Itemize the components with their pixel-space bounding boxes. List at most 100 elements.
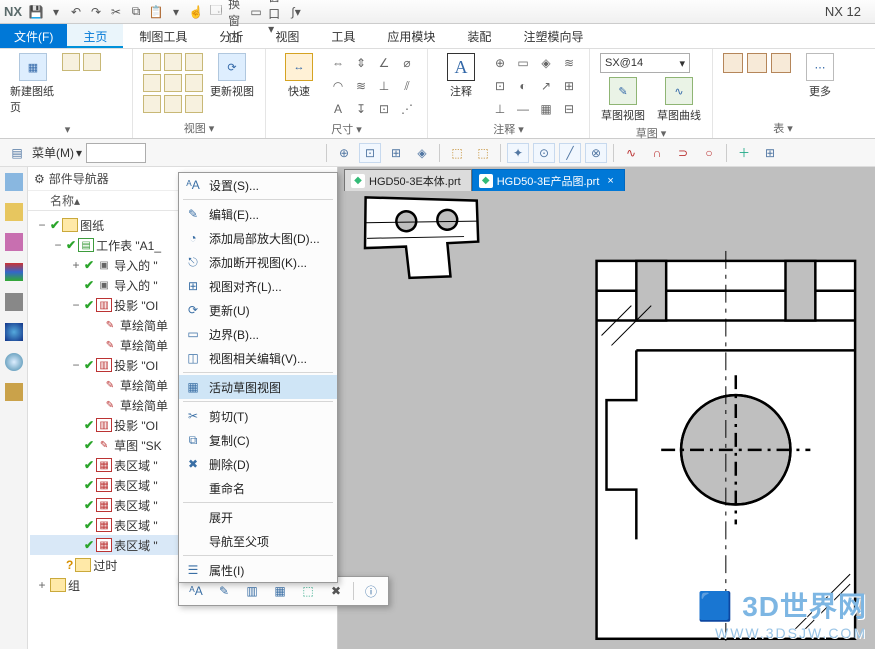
tool-icon[interactable]: ⬚ (472, 143, 494, 163)
ctx-align[interactable]: ⊞视图对齐(L)... (179, 274, 337, 298)
ctx-settings[interactable]: ᴬA设置(S)... (179, 173, 337, 197)
reuse-library-icon[interactable] (5, 263, 23, 281)
ribbon-group-size: ↔快速 ⇔⇕∠⌀ ◠≋⊥⫽ A↧⊡⋰ 尺寸 ▾ (266, 49, 428, 138)
edit-icon[interactable]: ✎ (213, 580, 235, 602)
snap-icon[interactable]: ⊗ (585, 143, 607, 163)
ctx-addbreak[interactable]: ⎋添加断开视图(K)... (179, 250, 337, 274)
tool-icon[interactable]: ⊕ (333, 143, 355, 163)
paste-icon[interactable]: 📋 (148, 4, 164, 20)
ribbon-group-annot: A注释 ⊕▭◈≋ ⊡◐↗⊞ ⊥—▦⊟ 注释 ▾ (428, 49, 590, 138)
snap-icon[interactable]: ╱ (559, 143, 581, 163)
curve-icon[interactable]: ∫▾ (288, 4, 304, 20)
graphics-area[interactable]: ◆HGD50-3E本体.prt ◆HGD50-3E产品图.prt× (338, 167, 875, 649)
switch-window-label[interactable]: 切换窗口 (228, 4, 244, 20)
ctx-copy[interactable]: ⧉复制(C) (179, 428, 337, 452)
annot-label: 注释 (450, 83, 472, 99)
delete-icon[interactable]: ✖ (325, 580, 347, 602)
section-combo[interactable]: SX@14▾ (600, 53, 690, 73)
annotation-button[interactable]: A注释 (438, 53, 484, 99)
view-buttons-grid[interactable] (143, 53, 203, 113)
tab-tools[interactable]: 工具 (315, 24, 371, 48)
tool-icon[interactable]: ⊞ (385, 143, 407, 163)
menu-label: 菜单(M) (32, 144, 74, 161)
info-icon[interactable]: ⓘ (360, 580, 382, 602)
copy-icon[interactable]: ⧉ (128, 4, 144, 20)
filter-icon[interactable]: ▤ (6, 143, 28, 163)
tab-mold[interactable]: 注塑模向导 (507, 24, 599, 48)
history-icon[interactable] (5, 353, 23, 371)
ctx-edit[interactable]: ✎编辑(E)... (179, 202, 337, 226)
selection-search[interactable] (86, 143, 146, 163)
sketch-curve-button[interactable]: ∿草图曲线 (656, 77, 702, 123)
dropdown-icon[interactable]: ▾ (168, 4, 184, 20)
doc-tab-active[interactable]: ◆HGD50-3E产品图.prt× (472, 169, 625, 191)
ctx-rename[interactable]: 重命名 (179, 476, 337, 500)
ctx-navparent[interactable]: 导航至父项 (179, 529, 337, 553)
sheet-smallbuttons[interactable] (62, 53, 122, 71)
drawing-canvas[interactable] (338, 191, 875, 649)
snap-icon[interactable]: ⊙ (533, 143, 555, 163)
save-icon[interactable]: 💾 (28, 4, 44, 20)
tool-icon[interactable]: ◈ (411, 143, 433, 163)
snap-icon[interactable]: ✦ (507, 143, 529, 163)
add-icon[interactable]: ＋ (733, 143, 755, 163)
ctx-cut[interactable]: ✂剪切(T) (179, 404, 337, 428)
curve-tool-icon[interactable]: ○ (698, 143, 720, 163)
dim-buttons-grid[interactable]: ⇔⇕∠⌀ ◠≋⊥⫽ A↧⊡⋰ (328, 53, 417, 119)
menu-button[interactable]: 菜单(M) ▾ (32, 144, 82, 161)
new-sheet-button[interactable]: ▦新建图纸页 (10, 53, 56, 115)
content-area: ⚙ 部件导航器 名称 ▴ −✔图纸 −✔▤工作表 "A1_ +✔▣导入的 " ✔… (0, 167, 875, 649)
role-icon[interactable] (5, 383, 23, 401)
update-view-button[interactable]: ⟳更新视图 (209, 53, 255, 99)
constraints-icon[interactable] (5, 233, 23, 251)
sketch-view-button[interactable]: ✎草图视图 (600, 77, 646, 123)
redo-icon[interactable]: ↷ (88, 4, 104, 20)
cut-icon[interactable]: ✂ (108, 4, 124, 20)
ctx-delete[interactable]: ✖删除(D) (179, 452, 337, 476)
doc-tab[interactable]: ◆HGD50-3E本体.prt (344, 169, 472, 191)
part-navigator-icon[interactable] (5, 173, 23, 191)
tab-drafting-tools[interactable]: 制图工具 (123, 24, 203, 48)
ctx-props[interactable]: ☰属性(I) (179, 558, 337, 582)
curve-tool-icon[interactable]: ∿ (620, 143, 642, 163)
undo-icon[interactable]: ↶ (68, 4, 84, 20)
ctx-expand[interactable]: 展开 (179, 505, 337, 529)
switch-window-icon[interactable]: 🗔 (208, 4, 224, 20)
curve-tool-icon[interactable]: ∩ (646, 143, 668, 163)
assembly-navigator-icon[interactable] (5, 203, 23, 221)
title-bar: NX 💾 ▾ ↶ ↷ ✂ ⧉ 📋 ▾ ☝ 🗔 切换窗口 ▭ 窗口▾ ∫▾ NX … (0, 0, 875, 24)
tab-view[interactable]: 视图 (259, 24, 315, 48)
quick-dim-button[interactable]: ↔快速 (276, 53, 322, 99)
web-icon[interactable] (5, 323, 23, 341)
close-icon[interactable]: × (607, 175, 613, 187)
grid-icon[interactable]: ⊞ (759, 143, 781, 163)
tab-home[interactable]: 主页 (67, 24, 123, 48)
ctx-boundary[interactable]: ▭边界(B)... (179, 322, 337, 346)
boundary-icon: ▭ (185, 326, 201, 342)
break-icon: ⎋ (185, 254, 201, 270)
ctx-activesketch[interactable]: ▦活动草图视图 (179, 375, 337, 399)
annot-buttons-grid[interactable]: ⊕▭◈≋ ⊡◐↗⊞ ⊥—▦⊟ (490, 53, 579, 119)
select-icon[interactable]: ⬚ (297, 580, 319, 602)
touch-icon[interactable]: ☝ (188, 4, 204, 20)
tool-icon[interactable]: ⊡ (359, 143, 381, 163)
curve-tool-icon[interactable]: ⊃ (672, 143, 694, 163)
ctx-addmag[interactable]: ◔添加局部放大图(D)... (179, 226, 337, 250)
file-menu[interactable]: 文件(F) (0, 24, 67, 48)
tab-analysis[interactable]: 分析 (203, 24, 259, 48)
ctx-relview[interactable]: ◫视图相关编辑(V)... (179, 346, 337, 370)
dropdown-icon[interactable]: ▾ (48, 4, 64, 20)
sketch-view-label: 草图视图 (601, 107, 645, 123)
props-icon: ☰ (185, 562, 201, 578)
ctx-update[interactable]: ⟳更新(U) (179, 298, 337, 322)
tool-icon[interactable]: ⬚ (446, 143, 468, 163)
more-button[interactable]: ⋯更多 (797, 53, 843, 99)
window-icon[interactable]: ▭ (248, 4, 264, 20)
tab-application[interactable]: 应用模块 (371, 24, 451, 48)
settings-icon[interactable]: ᴬA (185, 580, 207, 602)
region-icon[interactable]: ▦ (269, 580, 291, 602)
window-label[interactable]: 窗口▾ (268, 4, 284, 20)
view-icon[interactable]: ▥ (241, 580, 263, 602)
appearance-icon[interactable] (5, 293, 23, 311)
tab-assembly[interactable]: 装配 (451, 24, 507, 48)
